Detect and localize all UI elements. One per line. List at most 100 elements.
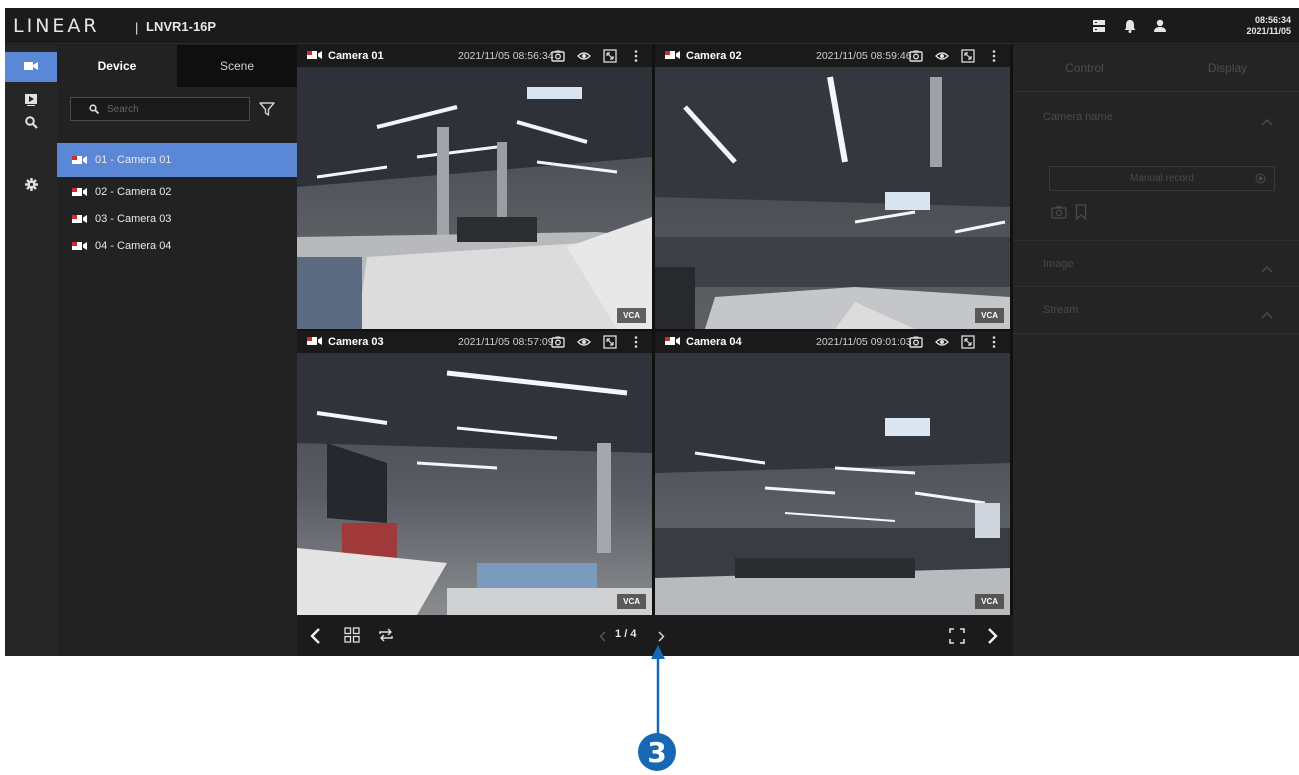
- video-grid: Camera 01 2021/11/05 08:56:34 VCA Camera…: [297, 45, 1013, 615]
- tile-header: Camera 01 2021/11/05 08:56:34: [297, 45, 652, 67]
- search-icon: [89, 104, 99, 114]
- fullscreen-icon[interactable]: [603, 49, 617, 63]
- snapshot-icon[interactable]: [909, 49, 923, 63]
- camera-icon: [307, 336, 323, 349]
- section-title: Image: [1043, 258, 1074, 270]
- eye-icon[interactable]: [935, 335, 949, 349]
- chevron-left-icon[interactable]: [309, 627, 321, 650]
- search-input[interactable]: [107, 103, 247, 115]
- page-total: 4: [630, 628, 637, 640]
- more-options-icon[interactable]: [629, 49, 643, 63]
- camera-icon: [72, 241, 88, 251]
- control-panel: Control Display Camera name Manual recor…: [1013, 45, 1299, 656]
- chevron-up-icon[interactable]: [1261, 306, 1273, 319]
- annotation-marker-3: 3: [638, 733, 676, 771]
- device-item-camera-02[interactable]: 02 - Camera 02: [57, 179, 297, 205]
- tile-header: Camera 03 2021/11/05 08:57:09: [297, 331, 652, 353]
- tile-timestamp: 2021/11/05 08:56:34: [458, 50, 554, 62]
- section-title: Stream: [1043, 304, 1079, 316]
- tab-device[interactable]: Device: [57, 45, 177, 87]
- camera-feed-image: [297, 353, 652, 615]
- filter-icon[interactable]: [258, 100, 276, 118]
- page-current: 1: [615, 628, 622, 640]
- user-icon[interactable]: [1152, 18, 1168, 34]
- tile-timestamp: 2021/11/05 08:59:46: [816, 50, 912, 62]
- server-icon[interactable]: [1091, 18, 1107, 34]
- device-search-box[interactable]: [70, 97, 250, 121]
- clock-time: 08:56:34: [1254, 15, 1291, 25]
- manual-record-button[interactable]: Manual record: [1049, 166, 1275, 191]
- device-item-camera-04[interactable]: 04 - Camera 04: [57, 233, 297, 259]
- eye-icon[interactable]: [577, 49, 591, 63]
- video-tile-camera-02[interactable]: Camera 02 2021/11/05 08:59:46 VCA: [655, 45, 1010, 329]
- section-image[interactable]: Image: [1013, 240, 1299, 286]
- snapshot-icon[interactable]: [551, 49, 565, 63]
- vca-badge: VCA: [975, 308, 1004, 323]
- camera-icon: [665, 336, 681, 349]
- tile-header: Camera 04 2021/11/05 09:01:03: [655, 331, 1010, 353]
- eye-icon[interactable]: [935, 49, 949, 63]
- nvr-app-window: LINEAR | LNVR1-16P 08:56:34 2021/11/05 D…: [5, 8, 1299, 656]
- nav-live-view[interactable]: [5, 52, 57, 82]
- tile-camera-name: Camera 02: [686, 50, 742, 62]
- grid-layout-icon[interactable]: [344, 627, 360, 648]
- chevron-up-icon[interactable]: [1261, 260, 1273, 273]
- sequence-cycle-icon[interactable]: [377, 627, 395, 648]
- search-icon: [24, 116, 38, 134]
- fullscreen-icon[interactable]: [949, 628, 965, 649]
- nav-search[interactable]: [5, 110, 57, 140]
- chevron-right-icon[interactable]: [987, 627, 999, 650]
- tile-camera-name: Camera 03: [328, 336, 384, 348]
- fullscreen-icon[interactable]: [961, 49, 975, 63]
- tab-display[interactable]: Display: [1156, 45, 1299, 91]
- camera-feed-image: [655, 353, 1010, 615]
- more-options-icon[interactable]: [629, 335, 643, 349]
- tile-timestamp: 2021/11/05 08:57:09: [458, 336, 554, 348]
- tab-scene[interactable]: Scene: [177, 45, 297, 87]
- more-options-icon[interactable]: [987, 49, 1001, 63]
- snapshot-icon[interactable]: [1051, 205, 1067, 224]
- video-camera-icon: [24, 58, 38, 76]
- eye-icon[interactable]: [577, 335, 591, 349]
- device-item-camera-01[interactable]: 01 - Camera 01: [57, 143, 297, 177]
- video-tile-camera-01[interactable]: Camera 01 2021/11/05 08:56:34 VCA: [297, 45, 652, 329]
- section-stream[interactable]: Stream: [1013, 286, 1299, 334]
- tile-timestamp: 2021/11/05 09:01:03: [816, 336, 912, 348]
- video-tile-camera-03[interactable]: Camera 03 2021/11/05 08:57:09 VCA: [297, 331, 652, 615]
- device-model: LNVR1-16P: [146, 19, 217, 34]
- page-separator: /: [624, 628, 628, 640]
- camera-feed-image: [655, 67, 1010, 329]
- annotation-arrow: [651, 645, 665, 740]
- chevron-up-icon[interactable]: [1261, 113, 1273, 126]
- snapshot-icon[interactable]: [909, 335, 923, 349]
- section-camera-name[interactable]: Camera name: [1013, 91, 1299, 142]
- vca-badge: VCA: [617, 308, 646, 323]
- camera-feed-image: [297, 67, 652, 329]
- tile-camera-name: Camera 01: [328, 50, 384, 62]
- fullscreen-icon[interactable]: [603, 335, 617, 349]
- playback-icon: [25, 93, 37, 111]
- tile-camera-name: Camera 04: [686, 336, 742, 348]
- bookmark-icon[interactable]: [1075, 204, 1087, 225]
- brand-logo: LINEAR: [13, 15, 100, 37]
- top-bar: LINEAR | LNVR1-16P 08:56:34 2021/11/05: [5, 8, 1299, 44]
- snapshot-icon[interactable]: [551, 335, 565, 349]
- fullscreen-icon[interactable]: [961, 335, 975, 349]
- more-options-icon[interactable]: [987, 335, 1001, 349]
- page-prev-icon[interactable]: [599, 629, 606, 647]
- camera-icon: [72, 155, 88, 165]
- device-panel-tabs: Device Scene: [57, 45, 297, 87]
- device-label: 02 - Camera 02: [95, 186, 172, 198]
- bell-icon[interactable]: [1122, 18, 1138, 34]
- nav-settings[interactable]: [5, 172, 57, 202]
- section-title: Camera name: [1043, 111, 1113, 123]
- video-tile-camera-04[interactable]: Camera 04 2021/11/05 09:01:03 VCA: [655, 331, 1010, 615]
- device-label: 01 - Camera 01: [95, 154, 172, 166]
- device-item-camera-03[interactable]: 03 - Camera 03: [57, 206, 297, 232]
- device-label: 04 - Camera 04: [95, 240, 172, 252]
- clock: 08:56:34 2021/11/05: [1246, 15, 1291, 37]
- gear-icon: [24, 178, 38, 196]
- record-dot-icon: [1255, 173, 1266, 187]
- tab-control[interactable]: Control: [1013, 45, 1156, 91]
- camera-icon: [307, 50, 323, 63]
